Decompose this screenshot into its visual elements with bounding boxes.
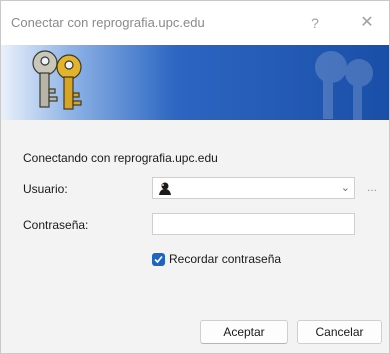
title-bar[interactable]: Conectar con reprografia.upc.edu ? ✕ (1, 1, 389, 45)
credentials-dialog: Conectar con reprografia.upc.edu ? ✕ Con… (0, 0, 390, 354)
remember-password-label: Recordar contraseña (169, 252, 282, 266)
remember-password-checkbox[interactable] (152, 252, 165, 266)
ok-button[interactable]: Aceptar (200, 320, 288, 344)
username-label: Usuario: (23, 182, 68, 196)
close-button[interactable]: ✕ (353, 11, 381, 35)
username-combobox[interactable]: ⌄ (152, 177, 355, 199)
more-options-button[interactable]: ... (360, 177, 384, 199)
checkmark-icon (154, 255, 163, 263)
password-label: Contraseña: (23, 218, 89, 232)
remember-password-option[interactable]: Recordar contraseña (152, 251, 281, 267)
chevron-down-icon[interactable]: ⌄ (341, 181, 350, 194)
header-banner (1, 45, 389, 120)
user-avatar-icon (158, 181, 172, 195)
cancel-button[interactable]: Cancelar (297, 320, 382, 344)
help-button[interactable]: ? (301, 11, 329, 35)
password-field[interactable] (152, 213, 355, 235)
keys-icon (32, 50, 82, 110)
connecting-message: Conectando con reprografia.upc.edu (23, 151, 218, 165)
window-title: Conectar con reprografia.upc.edu (11, 15, 205, 30)
